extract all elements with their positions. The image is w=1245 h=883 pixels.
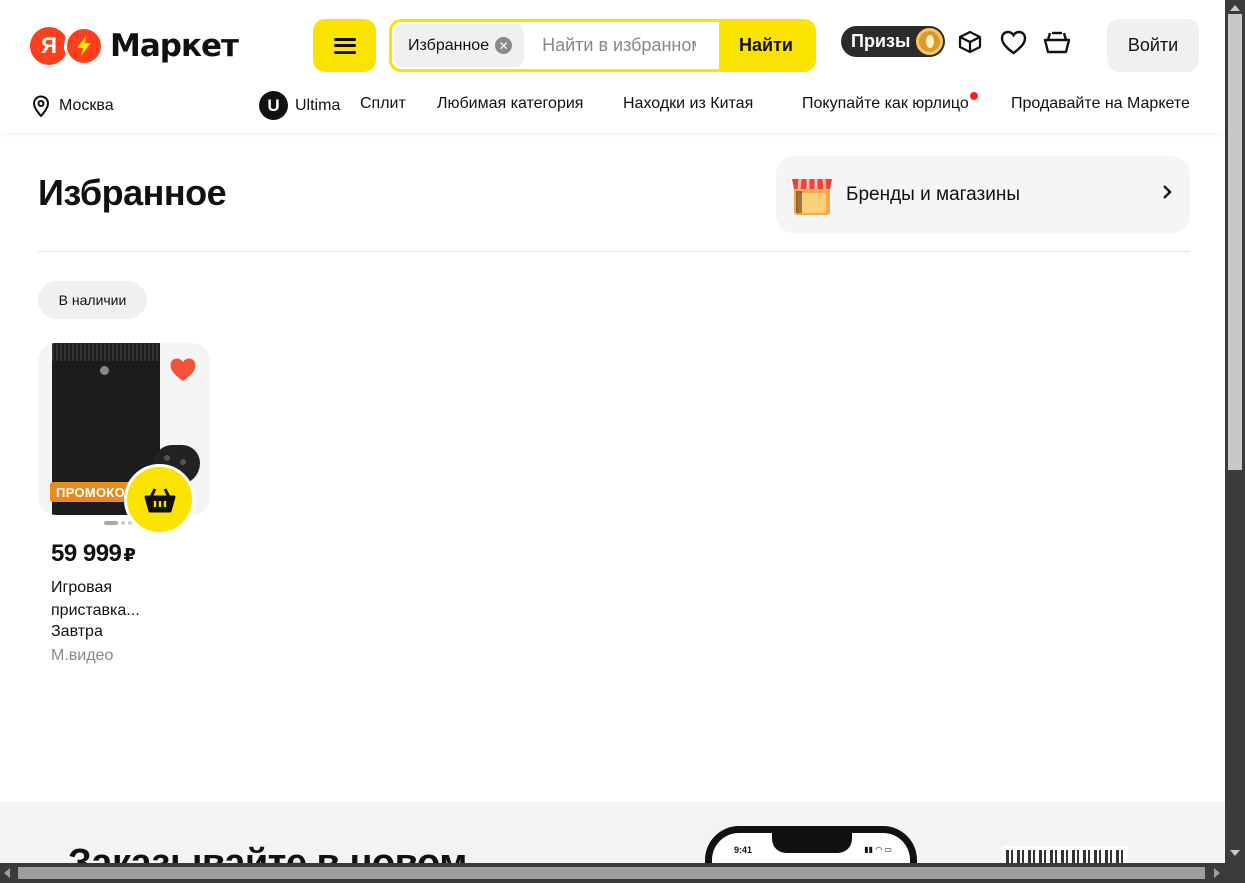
search-input[interactable] xyxy=(524,22,697,69)
notification-dot xyxy=(969,92,978,100)
menu-icon xyxy=(333,37,356,54)
search-scope-label: Избранное xyxy=(408,36,490,54)
search-bar: Избранное ✕ Найти xyxy=(389,19,816,72)
coin-icon xyxy=(916,28,944,55)
scroll-right-arrow-icon[interactable] xyxy=(1214,868,1220,878)
scroll-up-arrow-icon[interactable] xyxy=(1230,5,1240,11)
nav-favorite-category[interactable]: Любимая категория xyxy=(437,95,583,113)
brands-and-shops-link[interactable]: Бренды и магазины xyxy=(776,156,1190,233)
shop-icon xyxy=(788,171,836,219)
orders-box-icon[interactable] xyxy=(956,28,984,56)
price-value: 59 999 xyxy=(51,540,122,567)
nav-buy-as-legal-entity[interactable]: Покупайте как юрлицо xyxy=(802,92,978,113)
yandex-market-logo[interactable]: Я Маркет xyxy=(30,26,239,66)
phone-image: 9:41 ▮▮ ◠ ▭ xyxy=(705,826,917,864)
image-carousel-dots xyxy=(104,521,132,525)
site-header: Я Маркет Избранное ✕ Найти Призы Войти М… xyxy=(0,0,1225,133)
basket-icon xyxy=(144,487,175,512)
close-icon[interactable]: ✕ xyxy=(495,37,513,54)
search-scope-chip[interactable]: Избранное ✕ xyxy=(394,24,525,67)
divider xyxy=(38,251,1190,252)
vertical-scroll-thumb[interactable] xyxy=(1228,14,1242,470)
nav-ultima[interactable]: U Ultima xyxy=(259,91,340,120)
nav-ultima-label: Ultima xyxy=(295,96,341,114)
lightning-icon xyxy=(64,26,104,66)
nav-china-finds[interactable]: Находки из Китая xyxy=(623,95,753,113)
filter-in-stock[interactable]: В наличии xyxy=(38,281,147,319)
nav-split[interactable]: Сплит xyxy=(360,95,406,113)
add-to-cart-button[interactable] xyxy=(124,464,195,535)
app-promo-banner: Заказывайте в новом 9:41 ▮▮ ◠ ▭ xyxy=(0,802,1225,864)
prizes-button[interactable]: Призы xyxy=(841,26,946,57)
location-selector[interactable]: Москва xyxy=(32,95,114,117)
chevron-right-icon xyxy=(1163,185,1172,199)
catalog-button[interactable] xyxy=(313,19,376,72)
nav-buy-as-legal-entity-label: Покупайте как юрлицо xyxy=(802,95,969,112)
vertical-scrollbar[interactable] xyxy=(1225,0,1245,863)
login-button[interactable]: Войти xyxy=(1107,19,1199,72)
phone-status-icons: ▮▮ ◠ ▭ xyxy=(864,845,892,854)
favorite-heart-icon[interactable] xyxy=(169,357,197,383)
product-card[interactable]: ПРОМОКОД 59 999 ₽ Игровая приставка... За… xyxy=(38,343,210,664)
app-promo-title: Заказывайте в новом xyxy=(68,842,467,864)
product-price: 59 999 ₽ xyxy=(51,540,136,568)
location-pin-icon xyxy=(32,95,50,117)
scroll-down-arrow-icon[interactable] xyxy=(1230,850,1240,856)
qr-code xyxy=(1002,846,1128,864)
page-title: Избранное xyxy=(38,172,227,213)
cart-icon[interactable] xyxy=(1043,28,1071,56)
nav-sell-on-market[interactable]: Продавайте на Маркете xyxy=(1011,95,1190,113)
price-currency: ₽ xyxy=(123,545,136,565)
logo-text: Маркет xyxy=(110,28,239,64)
delivery-date: Завтра xyxy=(51,623,103,640)
phone-time: 9:41 xyxy=(734,845,753,855)
logo-ya-badge: Я xyxy=(30,27,68,65)
seller-name[interactable]: М.видео xyxy=(51,647,113,665)
prizes-label: Призы xyxy=(851,31,911,51)
ultima-icon: U xyxy=(259,91,288,120)
search-button[interactable]: Найти xyxy=(719,22,813,69)
location-city: Москва xyxy=(59,97,114,114)
heart-icon[interactable] xyxy=(999,28,1027,56)
scroll-left-arrow-icon[interactable] xyxy=(4,868,10,878)
product-name[interactable]: Игровая приставка... xyxy=(51,576,201,622)
horizontal-scroll-thumb[interactable] xyxy=(18,867,1205,879)
horizontal-scrollbar[interactable] xyxy=(0,863,1245,883)
brands-label: Бренды и магазины xyxy=(846,183,1020,205)
